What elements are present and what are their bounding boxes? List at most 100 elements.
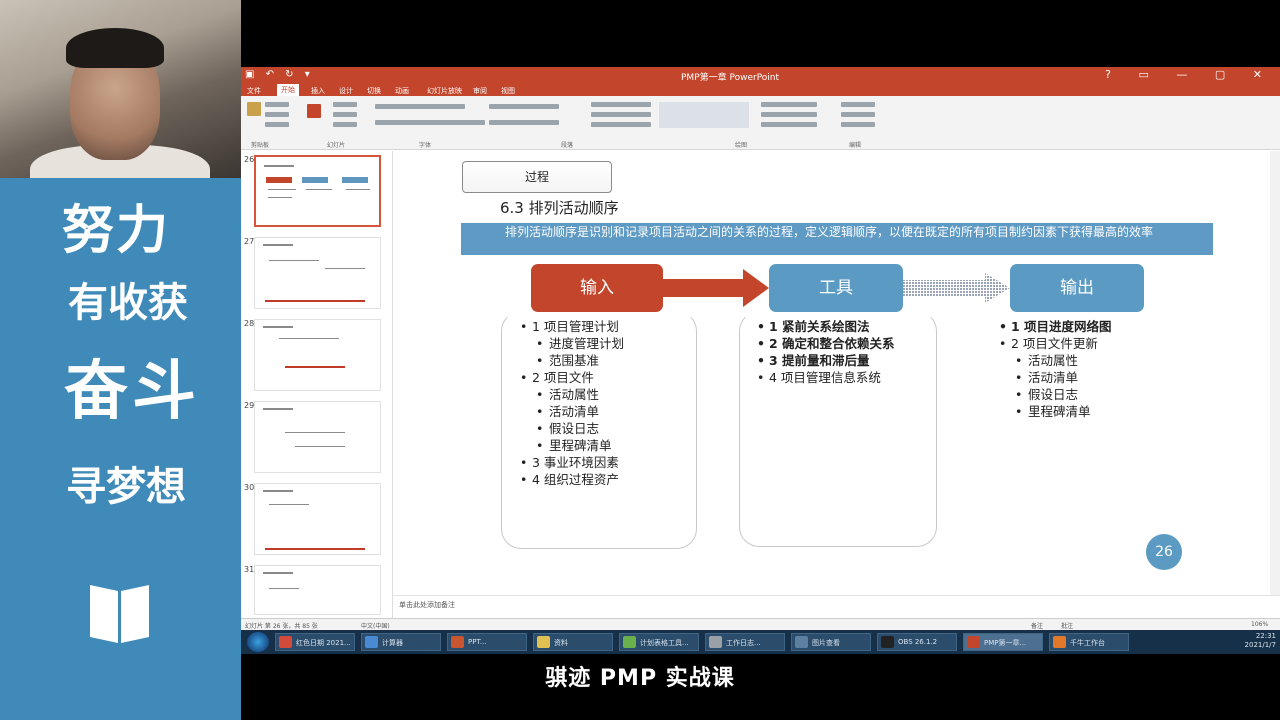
new-slide-icon[interactable] [307,104,321,118]
zoom-level[interactable]: 106% [1251,621,1268,628]
tab-transitions[interactable]: 切换 [367,86,381,96]
tab-review[interactable]: 审阅 [473,86,487,96]
tab-slideshow[interactable]: 幻灯片放映 [427,86,462,96]
input-item: 1 项目管理计划 [520,318,624,335]
tab-view[interactable]: 视图 [501,86,515,96]
slide-thumbnail-30[interactable] [254,483,381,555]
slide-thumbnail-26[interactable] [254,155,381,227]
output-subitem: 活动清单 [999,369,1112,386]
vertical-scrollbar[interactable] [1270,151,1280,595]
shape-outline-button[interactable] [761,112,817,117]
shape-fill-button[interactable] [761,102,817,107]
taskbar-item[interactable]: 图片查看 [791,633,871,651]
taskbar-item[interactable]: OBS 26.1.2 [877,633,957,651]
notes-pane[interactable]: 单击此处添加备注 [393,595,1280,613]
notes-placeholder: 单击此处添加备注 [399,601,455,609]
input-subitem: 范围基准 [520,352,624,369]
taskbar-item[interactable]: 资料 [533,633,613,651]
slide-thumbnail-29[interactable] [254,401,381,473]
cut-button[interactable] [265,102,289,107]
motto-line-4: 寻梦想 [66,463,186,510]
select-button[interactable] [841,122,875,127]
ribbon: 剪贴板 幻灯片 字体 段落 绘图 编辑 [241,96,1280,150]
tool-header: 工具 [769,264,903,312]
screen: 努力 有收获 奋斗 寻梦想 ▣ ↶ ↻ ▾ PMP第一章 PowerPoint … [0,0,1280,720]
taskbar-item[interactable]: 计算器 [361,633,441,651]
arrow-right-icon [663,269,769,307]
slide-thumbnail-28[interactable] [254,319,381,391]
reset-button[interactable] [333,112,357,117]
taskbar-item[interactable]: PPT... [447,633,527,651]
tab-home[interactable]: 开始 [277,84,299,96]
paragraph-buttons[interactable] [489,104,559,109]
shape-effects-button[interactable] [761,122,817,127]
section-button[interactable] [333,122,357,127]
output-subitem: 活动属性 [999,352,1112,369]
process-tag: 过程 [462,161,612,193]
motto-line-2: 有收获 [68,279,188,326]
slide-thumbnail-31[interactable] [254,565,381,615]
window-controls[interactable]: ? ▭ — ▢ ✕ [1105,68,1274,81]
page-number-badge: 26 [1146,534,1182,570]
output-subitem: 里程碑清单 [999,403,1112,420]
thumb-number: 26 [244,155,255,164]
tab-file[interactable]: 文件 [247,86,261,96]
tool-list: 1 紧前关系绘图法 2 确定和整合依赖关系 3 提前量和滞后量 4 项目管理信息… [757,318,895,386]
quick-access-toolbar[interactable]: ▣ ↶ ↻ ▾ [245,69,314,80]
replace-button[interactable] [841,112,875,117]
copy-button[interactable] [265,112,289,117]
font-name-box[interactable] [375,104,465,109]
presenter-hair [66,28,164,68]
layout-button[interactable] [333,102,357,107]
tab-design[interactable]: 设计 [339,86,353,96]
slide-counter: 幻灯片 第 26 张，共 85 张 [245,623,318,630]
taskbar-item[interactable]: 红色日期 2021... [275,633,355,651]
smartart-button[interactable] [591,122,651,127]
status-bar: 幻灯片 第 26 张，共 85 张 中文(中国) 备注 批注 106% [241,618,1280,630]
tool-item: 1 紧前关系绘图法 [757,318,895,335]
group-editing: 编辑 [849,142,862,149]
input-subitem: 活动属性 [520,386,624,403]
input-item: 4 组织过程资产 [520,471,624,488]
find-button[interactable] [841,102,875,107]
tool-item: 3 提前量和滞后量 [757,352,895,369]
text-direction-button[interactable] [591,102,651,107]
taskbar-item[interactable]: 千牛工作台 [1049,633,1129,651]
comments-toggle-button[interactable]: 批注 [1061,621,1073,630]
thumb-number: 27 [244,237,255,246]
group-clipboard: 剪贴板 [251,142,270,149]
slide-canvas[interactable]: 过程 6.3 排列活动顺序 排列活动顺序是识别和记录项目活动之间的关系的过程，定… [393,151,1270,595]
input-subitem: 里程碑清单 [520,437,624,454]
video-caption: 骐迹 PMP 实战课 [545,666,735,691]
align-text-button[interactable] [591,112,651,117]
open-book-icon [90,578,150,648]
taskbar-item[interactable]: 计划表格工具... [619,633,699,651]
tool-item: 4 项目管理信息系统 [757,369,895,386]
notes-toggle-button[interactable]: 备注 [1031,621,1043,630]
thumb-number: 31 [244,565,255,574]
window-title: PMP第一章 PowerPoint [681,73,780,83]
tab-insert[interactable]: 插入 [311,86,325,96]
start-button-icon[interactable] [247,632,269,652]
input-subitem: 进度管理计划 [520,335,624,352]
powerpoint-window: ▣ ↶ ↻ ▾ PMP第一章 PowerPoint ? ▭ — ▢ ✕ 文件 开… [241,67,1280,630]
system-clock[interactable]: 22:31 2021/1/7 [1245,632,1276,650]
tab-animations[interactable]: 动画 [395,86,409,96]
slide-thumbnail-27[interactable] [254,237,381,309]
taskbar-item-active[interactable]: PMP第一章... [963,633,1043,651]
thumb-number: 29 [244,401,255,410]
shapes-gallery[interactable] [659,102,749,128]
align-buttons[interactable] [489,120,559,125]
paste-icon[interactable] [247,102,261,116]
output-subitem: 假设日志 [999,386,1112,403]
taskbar-item[interactable]: 工作日志... [705,633,785,651]
format-painter-button[interactable] [265,122,289,127]
output-item: 1 项目进度网络图 [999,318,1112,335]
font-format-buttons[interactable] [375,120,485,125]
input-item: 3 事业环境因素 [520,454,624,471]
group-slides: 幻灯片 [327,142,346,149]
input-item: 2 项目文件 [520,369,624,386]
slide-thumbnail-pane: 26 27 28 29 30 31 [241,151,393,619]
input-list: 1 项目管理计划 进度管理计划 范围基准 2 项目文件 活动属性 活动清单 假设… [520,318,624,488]
slide-title: 6.3 排列活动顺序 [500,199,619,217]
